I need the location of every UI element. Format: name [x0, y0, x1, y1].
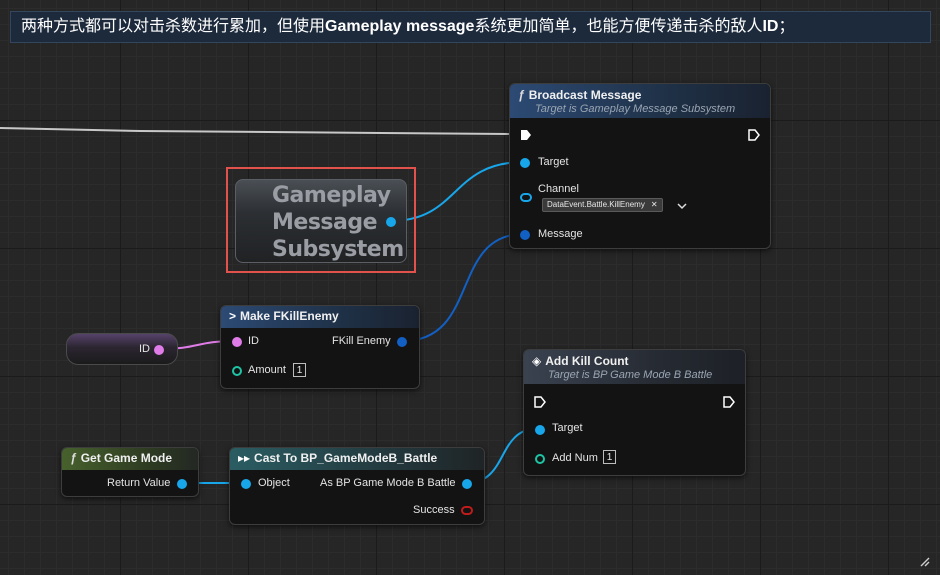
id-variable-label: ID — [139, 343, 150, 355]
add-kill-count-node[interactable]: ◈ Add Kill Count Target is BP Game Mode B… — [523, 349, 746, 476]
make-fkillenemy-title: Make FKillEnemy — [240, 309, 339, 323]
message-struct-wire[interactable] — [402, 233, 525, 342]
add-num-pin[interactable] — [535, 454, 545, 464]
function-icon: ƒ — [518, 88, 525, 102]
get-game-mode-node[interactable]: ƒ Get Game Mode Return Value — [61, 447, 199, 497]
message-pin[interactable] — [520, 230, 530, 240]
add-kill-exec-in-pin[interactable] — [534, 396, 546, 408]
cast-output-pin[interactable] — [462, 479, 472, 489]
cast-object-pin[interactable] — [241, 479, 251, 489]
message-label: Message — [538, 228, 583, 240]
add-num-label: Add Num — [552, 452, 598, 464]
return-value-pin[interactable] — [177, 479, 187, 489]
get-game-mode-header[interactable]: ƒ Get Game Mode — [62, 448, 198, 470]
add-kill-target-pin[interactable] — [535, 425, 545, 435]
make-struct-icon: > — [229, 309, 237, 323]
amount-pin[interactable] — [232, 366, 242, 376]
add-kill-exec-out-pin[interactable] — [723, 396, 735, 408]
exec-wire[interactable] — [0, 127, 513, 135]
resize-grip-icon[interactable] — [918, 555, 930, 567]
channel-tag-value: DataEvent.Battle.KillEnemy — [547, 200, 645, 209]
fkill-enemy-output-pin[interactable] — [397, 337, 407, 347]
amount-value-field[interactable]: 1 — [293, 363, 306, 377]
id-variable-node[interactable]: ID — [66, 333, 178, 365]
cast-to-header[interactable]: ▸▸ Cast To BP_GameModeB_Battle — [230, 448, 484, 470]
cast-success-pin[interactable] — [461, 506, 473, 515]
target-pin[interactable] — [520, 158, 530, 168]
make-fkillenemy-header[interactable]: > Make FKillEnemy — [221, 306, 419, 328]
highlight-box — [226, 167, 416, 273]
broadcast-message-title: Broadcast Message — [528, 88, 642, 102]
get-game-mode-title: Get Game Mode — [80, 451, 173, 465]
amount-label: Amount — [248, 364, 286, 376]
cast-object-label: Object — [258, 477, 290, 489]
fkill-enemy-output-label: FKill Enemy — [332, 335, 391, 347]
add-kill-target-label: Target — [552, 422, 583, 434]
add-num-value-field[interactable]: 1 — [603, 450, 616, 464]
exec-out-pin[interactable] — [748, 129, 760, 141]
chevron-down-icon[interactable] — [677, 202, 687, 210]
channel-pin[interactable] — [520, 193, 532, 202]
id-input-pin[interactable] — [232, 337, 242, 347]
cast-output-label: As BP Game Mode B Battle — [320, 477, 456, 489]
id-input-label: ID — [248, 335, 259, 347]
channel-tag-chip[interactable]: DataEvent.Battle.KillEnemy ✕ — [542, 198, 663, 212]
add-kill-count-subtitle: Target is BP Game Mode B Battle — [548, 369, 713, 381]
pure-function-icon: ƒ — [70, 451, 77, 465]
make-fkillenemy-node[interactable]: > Make FKillEnemy ID FKill Enemy Amount 1 — [220, 305, 420, 389]
broadcast-message-node[interactable]: ƒ Broadcast Message Target is Gameplay Me… — [509, 83, 771, 249]
target-label: Target — [538, 156, 569, 168]
add-kill-count-header[interactable]: ◈ Add Kill Count Target is BP Game Mode B… — [524, 350, 745, 384]
close-icon[interactable]: ✕ — [651, 200, 658, 209]
channel-label: Channel — [538, 183, 579, 195]
cast-exec-icon: ▸▸ — [238, 451, 251, 465]
event-diamond-icon: ◈ — [532, 354, 542, 368]
return-value-label: Return Value — [107, 477, 171, 489]
broadcast-message-subtitle: Target is Gameplay Message Subsystem — [535, 103, 736, 115]
cast-to-title: Cast To BP_GameModeB_Battle — [254, 451, 438, 465]
cast-to-gamemode-node[interactable]: ▸▸ Cast To BP_GameModeB_Battle Object As … — [229, 447, 485, 525]
cast-success-label: Success — [413, 504, 455, 516]
exec-in-pin[interactable] — [520, 129, 532, 141]
id-variable-output-pin[interactable] — [154, 345, 164, 355]
broadcast-message-header[interactable]: ƒ Broadcast Message Target is Gameplay Me… — [510, 84, 770, 118]
add-kill-count-title: Add Kill Count — [545, 354, 629, 368]
